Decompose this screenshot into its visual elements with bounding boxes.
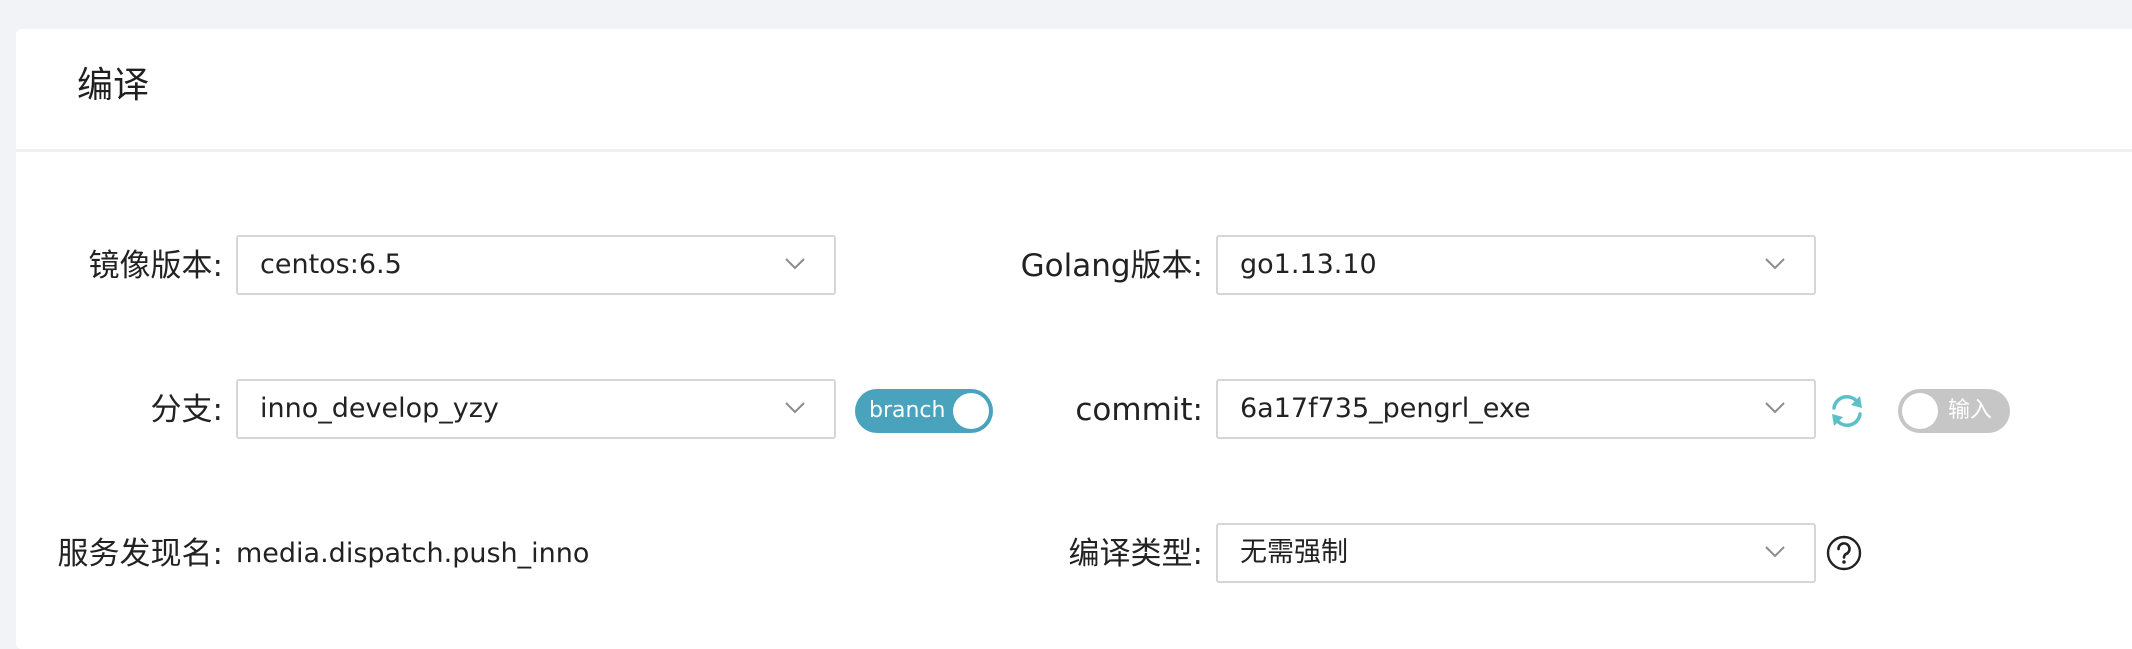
- image-version-select[interactable]: centos:6.5: [236, 235, 836, 295]
- commit-label: commit:: [1075, 392, 1203, 428]
- golang-version-select[interactable]: go1.13.10: [1216, 235, 1816, 295]
- service-discovery-label: 服务发现名:: [57, 536, 223, 572]
- golang-version-value: go1.13.10: [1240, 249, 1377, 280]
- branch-value: inno_develop_yzy: [260, 393, 499, 424]
- image-version-value: centos:6.5: [260, 249, 402, 280]
- commit-value: 6a17f735_pengrl_exe: [1240, 393, 1531, 424]
- chevron-down-icon: [1765, 546, 1785, 558]
- section-title: 编译: [77, 65, 150, 106]
- commit-input-toggle-label: 输入: [1948, 398, 1993, 423]
- refresh-icon[interactable]: [1826, 391, 1868, 431]
- question-circle-icon[interactable]: [1826, 535, 1862, 571]
- golang-version-label: Golang版本:: [1020, 248, 1203, 284]
- build-type-select[interactable]: 无需强制: [1216, 523, 1816, 583]
- chevron-down-icon: [785, 402, 805, 414]
- branch-label: 分支:: [150, 392, 223, 428]
- branch-select[interactable]: inno_develop_yzy: [236, 379, 836, 439]
- build-type-label: 编译类型:: [1068, 536, 1203, 572]
- commit-input-toggle[interactable]: 输入: [1898, 389, 2010, 433]
- build-type-value: 无需强制: [1240, 537, 1348, 568]
- branch-toggle-label: branch: [869, 398, 946, 423]
- toggle-knob: [1902, 393, 1938, 429]
- chevron-down-icon: [1765, 258, 1785, 270]
- image-version-label: 镜像版本:: [88, 248, 223, 284]
- toggle-knob: [953, 393, 989, 429]
- chevron-down-icon: [785, 258, 805, 270]
- branch-toggle[interactable]: branch: [855, 389, 993, 433]
- service-discovery-value: media.dispatch.push_inno: [236, 538, 590, 569]
- card-header: 编译: [16, 29, 2132, 152]
- chevron-down-icon: [1765, 402, 1785, 414]
- commit-select[interactable]: 6a17f735_pengrl_exe: [1216, 379, 1816, 439]
